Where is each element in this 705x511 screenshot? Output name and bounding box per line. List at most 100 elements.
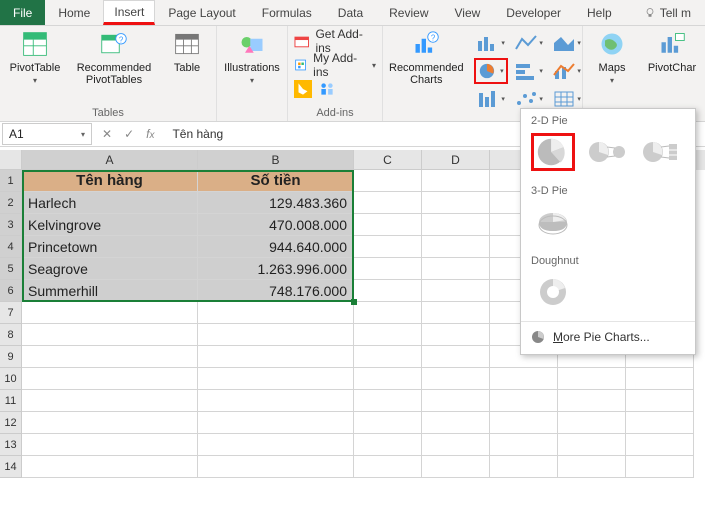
tab-home[interactable]: Home [45,0,103,25]
cell[interactable] [626,368,694,390]
cell[interactable] [22,324,198,346]
cell[interactable] [354,192,422,214]
cell[interactable] [490,412,558,434]
cell[interactable]: Kelvingrove [22,214,198,236]
column-chart-button[interactable]: ▾ [474,30,508,56]
pivottable-button[interactable]: PivotTable▾ [6,30,64,87]
cell[interactable]: Số tiền [198,170,354,192]
cell[interactable] [198,456,354,478]
pie-of-pie-option[interactable] [585,133,629,171]
cell[interactable]: 1.263.996.000 [198,258,354,280]
row-header[interactable]: 13 [0,434,22,456]
cell[interactable] [558,368,626,390]
pie-2d-option[interactable] [531,133,575,171]
tab-formulas[interactable]: Formulas [249,0,325,25]
cell[interactable] [354,324,422,346]
people-graph-icon[interactable] [318,80,336,98]
cell[interactable] [354,390,422,412]
combo-chart-button[interactable]: ▾ [550,58,584,84]
cell[interactable]: 129.483.360 [198,192,354,214]
cell[interactable] [422,214,490,236]
cell[interactable]: 944.640.000 [198,236,354,258]
row-header[interactable]: 5 [0,258,22,280]
cell[interactable]: Princetown [22,236,198,258]
cell[interactable] [198,412,354,434]
cell[interactable] [422,456,490,478]
cell[interactable] [198,390,354,412]
tab-review[interactable]: Review [376,0,441,25]
cell[interactable] [422,368,490,390]
tab-page-layout[interactable]: Page Layout [155,0,248,25]
my-addins-button[interactable]: My Add-ins ▾ [294,54,376,76]
cell[interactable] [354,170,422,192]
row-header[interactable]: 2 [0,192,22,214]
area-chart-button[interactable]: ▾ [550,30,584,56]
cell[interactable] [354,214,422,236]
bar-chart-button[interactable]: ▾ [512,58,546,84]
fill-handle[interactable] [351,299,357,305]
tab-view[interactable]: View [442,0,494,25]
cell[interactable] [198,302,354,324]
row-header[interactable]: 9 [0,346,22,368]
row-header[interactable]: 14 [0,456,22,478]
col-header-B[interactable]: B [198,150,354,170]
cell[interactable] [354,412,422,434]
row-header[interactable]: 8 [0,324,22,346]
fx-icon[interactable]: fx [146,127,154,141]
table-button[interactable]: Table [164,30,210,74]
cell[interactable] [22,434,198,456]
cell[interactable] [422,280,490,302]
row-header[interactable]: 4 [0,236,22,258]
tab-insert[interactable]: Insert [103,0,155,25]
illustrations-button[interactable]: Illustrations▾ [223,30,281,87]
row-header[interactable]: 12 [0,412,22,434]
bar-of-pie-option[interactable] [639,133,683,171]
pie-chart-button[interactable]: ▾ [474,58,508,84]
statistic-chart-button[interactable]: ▾ [474,86,508,112]
more-pie-charts[interactable]: More Pie Charts... [521,324,695,350]
cell[interactable]: Summerhill [22,280,198,302]
cell[interactable] [558,456,626,478]
cell[interactable] [422,324,490,346]
cell[interactable] [558,390,626,412]
cell[interactable]: 470.008.000 [198,214,354,236]
row-header[interactable]: 10 [0,368,22,390]
cell[interactable] [422,258,490,280]
cell[interactable] [354,302,422,324]
cell[interactable] [422,346,490,368]
cell[interactable]: Tên hàng [22,170,198,192]
cell[interactable] [354,280,422,302]
pie-3d-option[interactable] [531,203,575,241]
cell[interactable] [22,390,198,412]
cell[interactable] [354,368,422,390]
recommended-pivottables-button[interactable]: ? Recommended PivotTables [74,30,154,86]
cell[interactable] [198,368,354,390]
select-all-corner[interactable] [0,150,22,170]
cell[interactable] [626,412,694,434]
cell[interactable] [490,456,558,478]
cell[interactable] [422,302,490,324]
cell[interactable] [422,170,490,192]
cell[interactable] [354,258,422,280]
row-header[interactable]: 6 [0,280,22,302]
get-addins-button[interactable]: Get Add-ins [294,30,376,52]
cell[interactable] [198,324,354,346]
col-header-A[interactable]: A [22,150,198,170]
cell[interactable] [490,434,558,456]
cell[interactable] [354,236,422,258]
tab-developer[interactable]: Developer [493,0,574,25]
maps-button[interactable]: Maps▾ [589,30,635,87]
name-box[interactable]: A1 ▾ [2,123,92,145]
cell[interactable] [422,236,490,258]
col-header-D[interactable]: D [422,150,490,170]
cell[interactable] [22,412,198,434]
cell[interactable] [422,434,490,456]
cell[interactable] [22,456,198,478]
cell[interactable] [22,368,198,390]
cell[interactable] [198,434,354,456]
cell[interactable] [354,346,422,368]
col-header-C[interactable]: C [354,150,422,170]
cell[interactable] [558,412,626,434]
cell[interactable] [198,346,354,368]
pivotchart-button[interactable]: PivotChar [645,30,699,74]
